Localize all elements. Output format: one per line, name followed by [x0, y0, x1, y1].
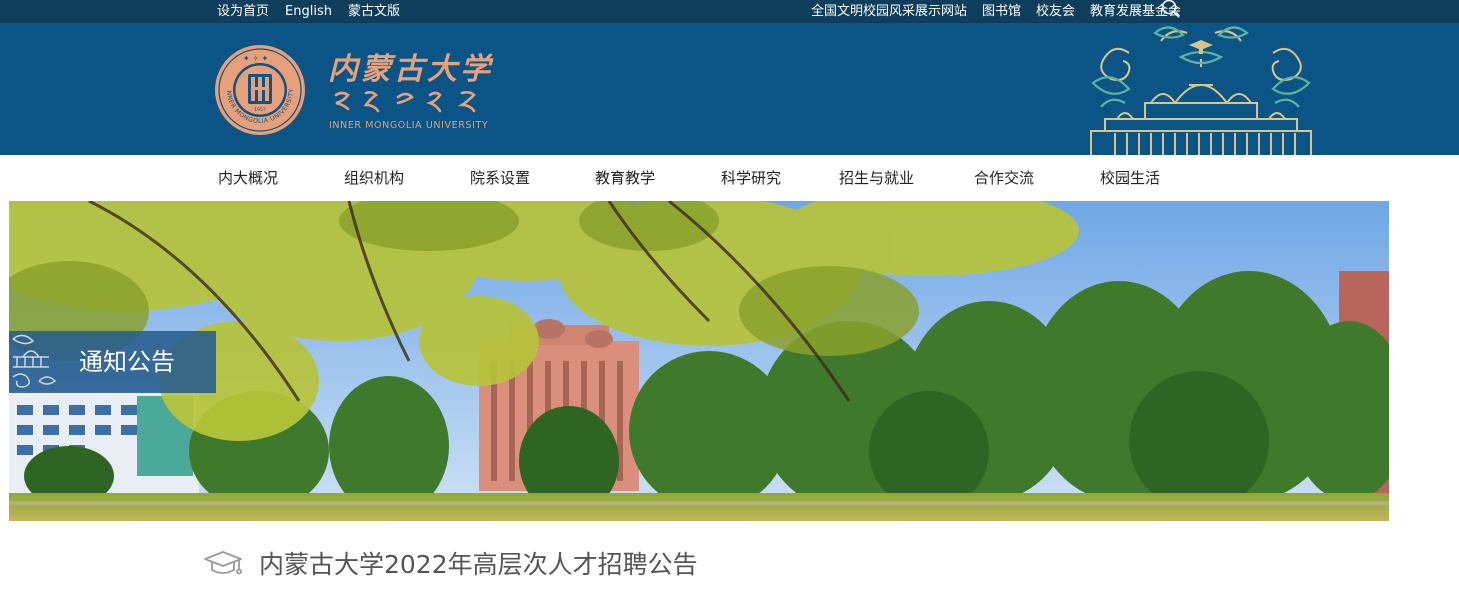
site-header: INNER MONGOLIA UNIVERSITY 1957 ✦ ✧ ✦ 内蒙古…	[0, 23, 1459, 155]
english-name: INNER MONGOLIA UNIVERSITY	[329, 120, 488, 131]
top-utility-bar: 设为首页 English 蒙古文版 全国文明校园风采展示网站 图书馆 校友会 教…	[0, 0, 1459, 23]
university-wordmark[interactable]: 内蒙古大学 INNER MONGOLIA UNIVERSITY	[326, 47, 494, 133]
section-label-notices: 通知公告	[9, 331, 216, 393]
nav-research[interactable]: 科学研究	[721, 155, 781, 201]
article-title: 内蒙古大学2022年高层次人才招聘公告	[259, 550, 698, 579]
nav-departments[interactable]: 院系设置	[470, 155, 530, 201]
university-seal-logo[interactable]: INNER MONGOLIA UNIVERSITY 1957 ✦ ✧ ✦	[213, 43, 307, 137]
search-icon[interactable]	[1159, 0, 1183, 20]
library-link[interactable]: 图书馆	[982, 4, 1021, 20]
topbar-left-links: 设为首页 English 蒙古文版	[217, 0, 416, 23]
topbar-right-links: 全国文明校园风采展示网站 图书馆 校友会 教育发展基金会	[796, 0, 1181, 23]
decorative-cloud-icon	[12, 334, 57, 388]
main-navigation: 内大概况 组织机构 院系设置 教育教学 科学研究 招生与就业 合作交流 校园生活	[0, 155, 1459, 201]
nav-campus-life[interactable]: 校园生活	[1100, 155, 1160, 201]
mongolian-version-link[interactable]: 蒙古文版	[348, 4, 400, 20]
set-homepage-link[interactable]: 设为首页	[217, 4, 269, 20]
seal-top-glyphs: ✦ ✧ ✦	[243, 54, 268, 63]
campus-banner-image	[9, 201, 1389, 521]
nav-admissions-careers[interactable]: 招生与就业	[839, 155, 914, 201]
civilized-campus-link[interactable]: 全国文明校园风采展示网站	[811, 4, 967, 20]
nav-cooperation[interactable]: 合作交流	[974, 155, 1034, 201]
campus-building-illustration	[1090, 26, 1312, 155]
chinese-name: 内蒙古大学	[328, 52, 494, 87]
mortarboard-icon	[204, 551, 242, 575]
nav-education[interactable]: 教育教学	[595, 155, 655, 201]
seal-year: 1957	[254, 107, 266, 113]
alumni-link[interactable]: 校友会	[1036, 4, 1075, 20]
mongolian-script-mark	[334, 91, 476, 113]
article-header: 内蒙古大学2022年高层次人才招聘公告	[0, 540, 1459, 590]
section-label-text: 通知公告	[79, 348, 175, 376]
nav-organization[interactable]: 组织机构	[344, 155, 404, 201]
nav-about[interactable]: 内大概况	[218, 155, 278, 201]
english-version-link[interactable]: English	[285, 4, 332, 20]
